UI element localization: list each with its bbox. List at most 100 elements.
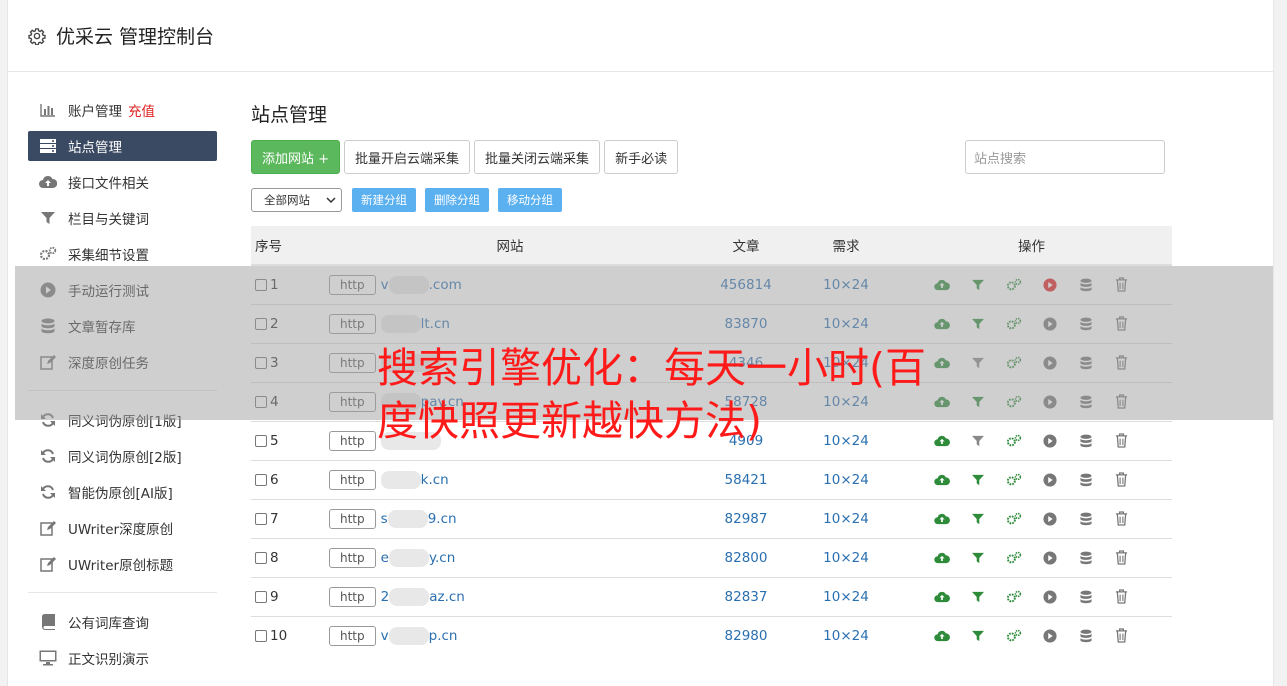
gears-icon[interactable] xyxy=(996,473,1032,487)
database-icon[interactable] xyxy=(1068,473,1104,487)
article-count[interactable]: 82800 xyxy=(691,537,801,577)
add-site-button[interactable]: 添加网站 + xyxy=(251,140,341,174)
sidebar-item-uwriter-title[interactable]: UWriter原创标题 xyxy=(28,546,217,582)
bar-chart-icon xyxy=(39,101,57,119)
play-circle-icon[interactable] xyxy=(1032,629,1068,643)
sidebar-item-label: 正文识别演示 xyxy=(68,652,149,668)
site-link[interactable]: y.cn xyxy=(429,550,455,566)
need-value[interactable]: 10×24 xyxy=(801,537,891,577)
need-value[interactable]: 10×24 xyxy=(801,576,891,616)
refresh-icon xyxy=(39,483,57,501)
trash-icon[interactable] xyxy=(1104,472,1140,487)
need-value[interactable]: 10×24 xyxy=(801,459,891,499)
site-link[interactable]: az.cn xyxy=(429,589,465,605)
site-search-input[interactable]: 站点搜索 xyxy=(965,140,1165,174)
filter-icon[interactable] xyxy=(960,630,996,642)
database-icon[interactable] xyxy=(1068,551,1104,565)
row-checkbox[interactable] xyxy=(255,629,267,642)
gears-icon[interactable] xyxy=(996,551,1032,565)
row-number-cell: 9 xyxy=(251,576,329,616)
row-checkbox[interactable] xyxy=(255,590,267,603)
sidebar-item-label: UWriter原创标题 xyxy=(68,558,174,574)
gears-icon[interactable] xyxy=(996,434,1032,448)
filter-icon[interactable] xyxy=(960,552,996,564)
sidebar-item-account[interactable]: 账户管理 充值 xyxy=(28,92,217,128)
group-select[interactable]: 全部网站 xyxy=(251,188,342,212)
col-header-articles: 文章 xyxy=(691,226,801,266)
site-cell: http s 9.cn xyxy=(329,498,691,538)
row-checkbox[interactable] xyxy=(255,551,267,564)
row-checkbox[interactable] xyxy=(255,473,267,486)
filter-icon[interactable] xyxy=(960,474,996,486)
cloud-upload-icon[interactable] xyxy=(924,513,960,525)
play-circle-icon[interactable] xyxy=(1032,433,1068,448)
cloud-upload-icon[interactable] xyxy=(924,591,960,603)
sidebar-item-synonym-v2[interactable]: 同义词伪原创[2版] xyxy=(28,438,217,474)
play-circle-icon[interactable] xyxy=(1032,511,1068,526)
table-row: 10 http v p.cn 82980 10×24 xyxy=(251,615,1172,655)
cloud-upload-icon[interactable] xyxy=(924,552,960,564)
group-toolbar: 全部网站 新建分组 删除分组 移动分组 xyxy=(251,188,1172,212)
article-count[interactable]: 58421 xyxy=(691,459,801,499)
article-count[interactable]: 82980 xyxy=(691,615,801,655)
table-row: 9 http 2 az.cn 82837 10×24 xyxy=(251,576,1172,616)
row-checkbox[interactable] xyxy=(255,434,267,447)
gears-icon[interactable] xyxy=(996,629,1032,643)
site-link[interactable]: p.cn xyxy=(429,628,458,644)
delete-group-button[interactable]: 删除分组 xyxy=(425,188,489,212)
database-icon[interactable] xyxy=(1068,590,1104,604)
site-prefix[interactable]: v xyxy=(381,628,389,644)
database-icon[interactable] xyxy=(1068,629,1104,643)
beginner-guide-button[interactable]: 新手必读 xyxy=(604,140,679,174)
play-circle-icon[interactable] xyxy=(1032,550,1068,565)
trash-icon[interactable] xyxy=(1104,511,1140,526)
sidebar-item-uwriter-deep[interactable]: UWriter深度原创 xyxy=(28,510,217,546)
new-group-button[interactable]: 新建分组 xyxy=(352,188,416,212)
site-prefix[interactable]: s xyxy=(381,511,388,527)
sidebar-item-text-recognition[interactable]: 正文识别演示 xyxy=(28,640,217,676)
database-icon[interactable] xyxy=(1068,434,1104,448)
site-prefix[interactable]: 2 xyxy=(381,589,390,605)
table-row: 6 http k.cn 58421 10×24 xyxy=(251,459,1172,499)
row-number-cell: 6 xyxy=(251,459,329,499)
sidebar-item-public-lexicon[interactable]: 公有词库查询 xyxy=(28,604,217,640)
cloud-upload-icon[interactable] xyxy=(924,474,960,486)
batch-enable-cloud-button[interactable]: 批量开启云端采集 xyxy=(344,140,471,174)
sidebar-item-interface[interactable]: 接口文件相关 xyxy=(28,164,217,200)
trash-icon[interactable] xyxy=(1104,433,1140,448)
move-group-button[interactable]: 移动分组 xyxy=(498,188,562,212)
cloud-upload-icon[interactable] xyxy=(924,630,960,642)
sidebar-item-keywords[interactable]: 栏目与关键词 xyxy=(28,200,217,236)
trash-icon[interactable] xyxy=(1104,628,1140,643)
site-link[interactable]: k.cn xyxy=(421,472,449,488)
site-link[interactable]: 9.cn xyxy=(428,511,457,527)
article-count[interactable]: 82837 xyxy=(691,576,801,616)
trash-icon[interactable] xyxy=(1104,589,1140,604)
gears-icon[interactable] xyxy=(996,590,1032,604)
play-circle-icon[interactable] xyxy=(1032,589,1068,604)
recharge-link[interactable]: 充值 xyxy=(128,100,155,120)
filter-icon xyxy=(39,209,57,227)
gears-icon[interactable] xyxy=(996,512,1032,526)
need-value[interactable]: 10×24 xyxy=(801,615,891,655)
row-number: 10 xyxy=(270,627,288,644)
play-circle-icon[interactable] xyxy=(1032,472,1068,487)
site-prefix[interactable]: e xyxy=(381,550,389,566)
sidebar-item-sites[interactable]: 站点管理 xyxy=(28,131,217,161)
filter-icon[interactable] xyxy=(960,513,996,525)
database-icon[interactable] xyxy=(1068,512,1104,526)
row-number-cell: 7 xyxy=(251,498,329,538)
sidebar-item-ai-rewrite[interactable]: 智能伪原创[AI版] xyxy=(28,474,217,510)
sidebar-item-label: 接口文件相关 xyxy=(68,176,149,192)
row-checkbox[interactable] xyxy=(255,512,267,525)
site-cell: http k.cn xyxy=(329,459,691,499)
col-header-site: 网站 xyxy=(329,226,691,266)
ops-cell xyxy=(891,615,1172,655)
filter-icon[interactable] xyxy=(960,435,996,447)
cloud-upload-icon xyxy=(39,173,57,191)
batch-disable-cloud-button[interactable]: 批量关闭云端采集 xyxy=(474,140,601,174)
article-count[interactable]: 82987 xyxy=(691,498,801,538)
need-value[interactable]: 10×24 xyxy=(801,498,891,538)
trash-icon[interactable] xyxy=(1104,550,1140,565)
filter-icon[interactable] xyxy=(960,591,996,603)
